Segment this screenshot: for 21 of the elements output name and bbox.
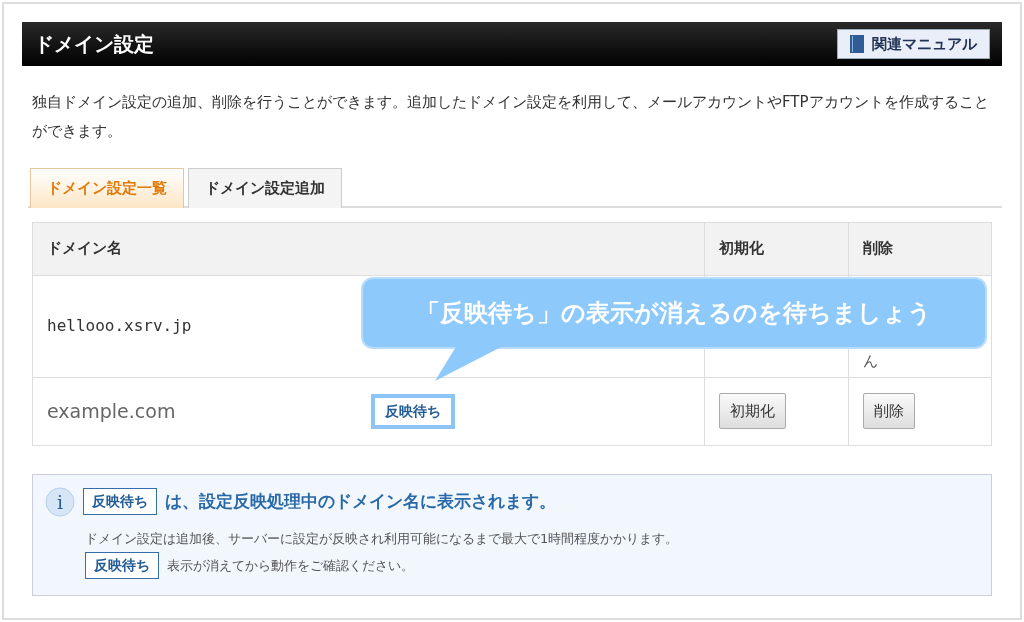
status-badge: 反映待ち bbox=[371, 393, 456, 429]
column-header-text: ドメイン名 bbox=[47, 238, 122, 260]
info-note: 表示が消えてから動作をご確認ください。 bbox=[167, 556, 414, 575]
description-text: 独自ドメイン設定の追加、削除を行うことができます。追加したドメイン設定を利用して、メールアカウントやFTPアカウントを作成することができます。 bbox=[32, 92, 990, 142]
info-note: ドメイン設定は追加後、サーバーに設定が反映され利用可能になるまで最大で1時間程度かかります。 bbox=[85, 529, 680, 548]
domain-name: example.com bbox=[47, 398, 176, 424]
callout-text: 「反映待ち」の表示が消えるのを待ちましょう bbox=[416, 297, 932, 329]
info-heading: は、設定反映処理中のドメイン名に表示されます。 bbox=[165, 489, 556, 513]
delete-text: ん bbox=[863, 351, 878, 372]
info-icon: i bbox=[45, 486, 75, 517]
status-badge: 反映待ち bbox=[85, 552, 159, 579]
column-header-text: 削除 bbox=[863, 238, 893, 260]
domain-name: hellooo.xsrv.jp bbox=[47, 315, 192, 337]
page-title: ドメイン設定 bbox=[34, 31, 154, 58]
reset-button[interactable]: 初期化 bbox=[719, 392, 786, 430]
delete-button[interactable]: 削除 bbox=[863, 392, 915, 430]
status-badge: 反映待ち bbox=[83, 488, 157, 515]
tab[interactable]: ドメイン設定追加 bbox=[188, 168, 342, 208]
book-icon bbox=[850, 35, 864, 53]
manual-button[interactable]: 関連マニュアル bbox=[837, 28, 990, 60]
column-header-text: 初期化 bbox=[719, 238, 764, 260]
